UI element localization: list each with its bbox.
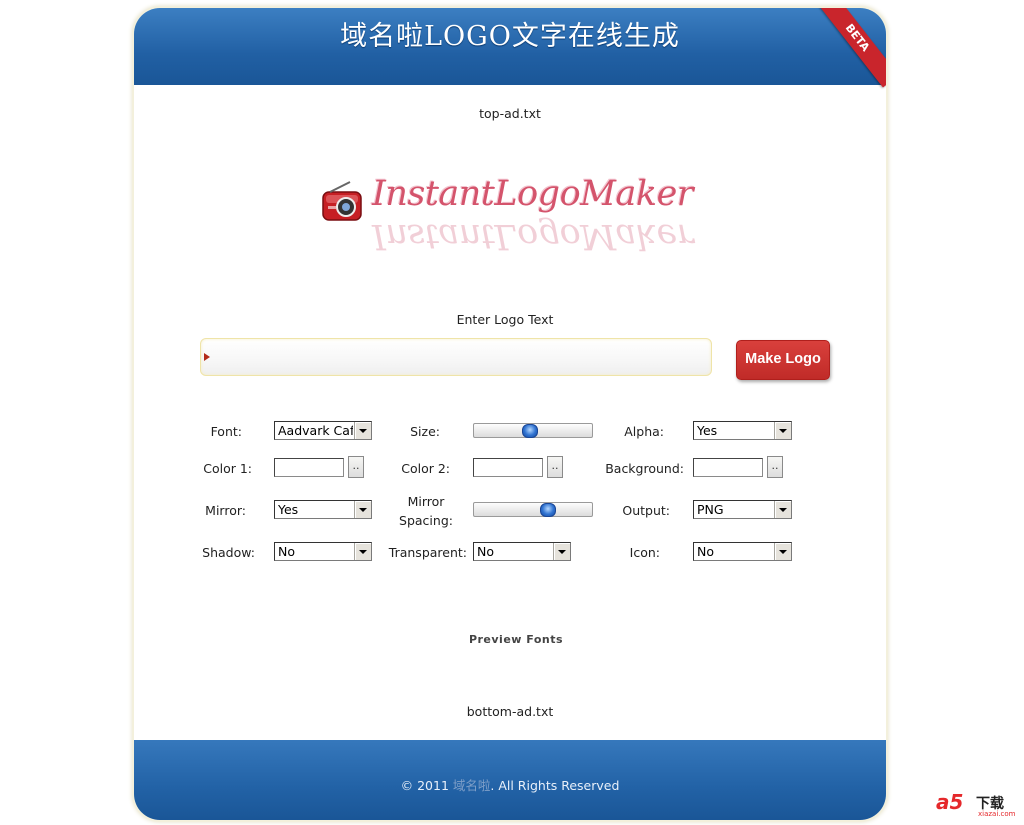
page-title: 域名啦LOGO文字在线生成 [340,21,680,52]
color1-label: Color 1: [203,461,252,476]
mirror-select[interactable]: Yes [274,500,372,519]
radio-icon [322,181,362,221]
color2-label: Color 2: [401,461,450,476]
transparent-label: Transparent: [388,545,467,560]
mirror-label: Mirror: [205,503,246,518]
background-label: Background: [605,461,684,476]
background-input[interactable] [693,458,763,477]
mirror-spacing-label: Mirror Spacing: [388,492,464,530]
footer: © 2011 域名啦. All Rights Reserved [134,740,886,820]
chevron-down-icon[interactable] [774,543,791,560]
chevron-down-icon[interactable] [774,501,791,518]
enter-logo-text-label: Enter Logo Text [456,312,554,327]
color2-input[interactable] [473,458,543,477]
alpha-select-value: Yes [697,423,718,438]
output-label: Output: [622,503,670,518]
chevron-down-icon[interactable] [354,501,371,518]
font-select[interactable]: Aadvark Cafe [274,421,372,440]
shadow-select-value: No [278,544,295,559]
size-label: Size: [410,424,440,439]
color1-picker-button[interactable]: .. [348,456,364,478]
font-label: Font: [210,424,242,439]
mirror-select-value: Yes [278,502,299,517]
bottom-ad: bottom-ad.txt [466,704,554,719]
output-select[interactable]: PNG [693,500,792,519]
site-logo: InstantLogoMaker InstantLogoMaker [320,168,710,274]
transparent-select-value: No [477,544,494,559]
chevron-down-icon[interactable] [774,422,791,439]
logo-text-input[interactable] [215,339,709,373]
mirror-spacing-label-line1: Mirror [407,494,445,509]
top-ad: top-ad.txt [479,106,541,121]
page-frame: 域名啦LOGO文字在线生成 BETA top-ad.txt InstantLog… [134,8,886,820]
output-select-value: PNG [697,502,724,517]
shadow-select[interactable]: No [274,542,372,561]
mirror-spacing-label-line2: Spacing: [399,513,453,528]
alpha-select[interactable]: Yes [693,421,792,440]
watermark-logo: a5 [936,790,964,814]
color2-picker-button[interactable]: .. [547,456,563,478]
chevron-down-icon[interactable] [354,422,371,439]
chevron-down-icon[interactable] [354,543,371,560]
font-select-value: Aadvark Cafe [278,423,353,438]
shadow-label: Shadow: [202,545,255,560]
background-picker-button[interactable]: .. [767,456,783,478]
header: 域名啦LOGO文字在线生成 BETA [134,8,886,88]
icon-label: Icon: [629,545,660,560]
transparent-select[interactable]: No [473,542,571,561]
color1-input[interactable] [274,458,344,477]
footer-copyright: © 2011 域名啦. All Rights Reserved [134,775,886,794]
logo-reflection: InstantLogoMaker [372,216,694,256]
watermark: a5 下载 xiazai.com [936,790,1016,820]
alpha-label: Alpha: [624,424,664,439]
icon-select[interactable]: No [693,542,792,561]
logo-text-field[interactable] [200,338,712,376]
mirror-spacing-slider[interactable] [473,502,593,517]
make-logo-button[interactable]: Make Logo [736,340,830,380]
icon-select-value: No [697,544,714,559]
footer-brand-link[interactable]: 域名啦 [453,778,491,793]
footer-copyright-prefix: © 2011 [400,778,453,793]
footer-copyright-suffix: . All Rights Reserved [490,778,620,793]
watermark-site: xiazai.com [978,810,1016,818]
preview-fonts-link[interactable]: Preview Fonts [134,633,886,646]
size-slider[interactable] [473,423,593,438]
logo-text: InstantLogoMaker [372,174,694,214]
chevron-down-icon[interactable] [553,543,570,560]
arrow-icon [204,353,210,361]
mirror-spacing-slider-knob[interactable] [540,503,556,517]
size-slider-knob[interactable] [522,424,538,438]
